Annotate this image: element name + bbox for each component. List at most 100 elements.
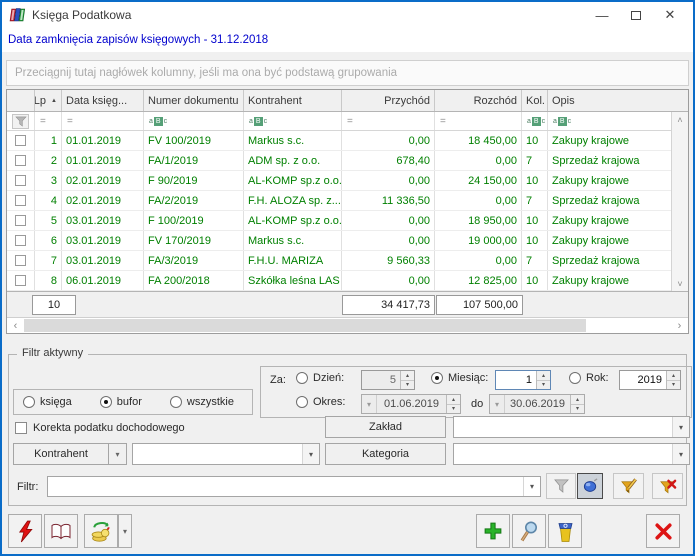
column-header-kol[interactable]: Kol. xyxy=(522,90,548,111)
kategoria-input[interactable] xyxy=(454,444,672,464)
horizontal-scroll-thumb[interactable] xyxy=(24,319,586,332)
column-header-data-ksi-g[interactable]: Data księg... xyxy=(62,90,144,111)
spin-up-icon[interactable]: ▴ xyxy=(401,371,414,381)
filter-cell-opis[interactable]: aBc xyxy=(548,112,671,130)
date-from-spin-buttons[interactable]: ▴ ▾ xyxy=(446,395,460,413)
table-row[interactable]: 101.01.2019FV 100/2019Markus s.c.0,0018 … xyxy=(7,131,671,151)
table-row[interactable]: 503.01.2019F 100/2019AL-KOMP sp.z o.o.0,… xyxy=(7,211,671,231)
scroll-right-button[interactable]: › xyxy=(671,318,688,333)
minimize-button[interactable]: — xyxy=(585,4,619,26)
row-checkbox[interactable] xyxy=(15,135,26,146)
delete-record-button[interactable] xyxy=(548,514,582,548)
row-checkbox[interactable] xyxy=(15,175,26,186)
zaklad-dropdown-icon[interactable]: ▾ xyxy=(672,417,689,437)
ledger-book-button[interactable] xyxy=(44,514,78,548)
spin-down-icon[interactable]: ▾ xyxy=(537,381,550,390)
zaklad-input[interactable] xyxy=(454,417,672,437)
row-checkbox[interactable] xyxy=(15,195,26,206)
spin-up-icon[interactable]: ▴ xyxy=(447,395,460,405)
zaklad-button[interactable]: Zakład xyxy=(325,416,446,438)
dzien-spinner[interactable]: 5 ▴ ▾ xyxy=(361,370,415,390)
renumber-button[interactable] xyxy=(84,514,118,548)
add-record-button[interactable] xyxy=(476,514,510,548)
row-checkbox[interactable] xyxy=(15,255,26,266)
kategoria-dropdown-icon[interactable]: ▾ xyxy=(672,444,689,464)
table-row[interactable]: 703.01.2019FA/3/2019F.H.U. MARIZA9 560,3… xyxy=(7,251,671,271)
radio-bufor[interactable]: bufor xyxy=(100,396,142,408)
close-button[interactable] xyxy=(646,514,680,548)
radio-dzien[interactable]: Dzień: xyxy=(296,372,344,384)
filter-cell-kol[interactable]: aBc xyxy=(522,112,548,130)
miesiac-spin-buttons[interactable]: ▴ ▾ xyxy=(536,371,550,389)
okres-date-to[interactable]: ▾ 30.06.2019 ▴ ▾ xyxy=(489,394,585,414)
maximize-button[interactable] xyxy=(619,4,653,26)
filter-cell-kontrahent[interactable]: aBc xyxy=(244,112,342,130)
korekta-checkbox[interactable]: Korekta podatku dochodowego xyxy=(15,422,185,434)
pin-filter-button[interactable] xyxy=(577,473,603,499)
filtr-input[interactable] xyxy=(48,477,523,496)
zaklad-combo[interactable]: ▾ xyxy=(453,416,690,438)
miesiac-spinner[interactable]: 1 ▴ ▾ xyxy=(495,370,551,390)
table-row[interactable]: 201.01.2019FA/1/2019ADM sp. z o.o.678,40… xyxy=(7,151,671,171)
date-dropdown-icon[interactable]: ▾ xyxy=(362,395,377,413)
filter-row-funnel-button[interactable] xyxy=(12,114,29,129)
kontrahent-input[interactable] xyxy=(133,444,302,464)
radio-miesiac[interactable]: Miesiąc: xyxy=(431,372,488,384)
column-header-lp[interactable]: Lp▲ xyxy=(35,90,62,111)
kontrahent-button[interactable]: Kontrahent xyxy=(13,443,109,465)
group-by-panel[interactable]: Przeciągnij tutaj nagłówek kolumny, jeśl… xyxy=(6,60,689,86)
date-to-spin-buttons[interactable]: ▴ ▾ xyxy=(570,395,584,413)
rok-spinner[interactable]: 2019 ▴ ▾ xyxy=(619,370,681,390)
vertical-scrollbar[interactable]: ˄ ˅ xyxy=(671,112,688,291)
clear-filter-button[interactable] xyxy=(652,473,683,499)
radio-wszystkie[interactable]: wszystkie xyxy=(170,396,234,408)
spin-down-icon[interactable]: ▾ xyxy=(447,405,460,414)
date-dropdown-icon[interactable]: ▾ xyxy=(490,395,505,413)
radio-okres[interactable]: Okres: xyxy=(296,396,345,408)
spin-up-icon[interactable]: ▴ xyxy=(667,371,680,381)
scroll-down-button[interactable]: ˅ xyxy=(673,276,688,291)
horizontal-scroll-track[interactable] xyxy=(24,318,671,333)
spin-up-icon[interactable]: ▴ xyxy=(537,371,550,381)
dzien-spin-buttons[interactable]: ▴ ▾ xyxy=(400,371,414,389)
column-header-kontrahent[interactable]: Kontrahent xyxy=(244,90,342,111)
table-row[interactable]: 402.01.2019FA/2/2019F.H. ALOZA sp. z...1… xyxy=(7,191,671,211)
scroll-up-button[interactable]: ˄ xyxy=(673,112,688,127)
table-row[interactable]: 806.01.2019FA 200/2018Szkółka leśna LAS0… xyxy=(7,271,671,291)
row-checkbox[interactable] xyxy=(15,275,26,286)
view-record-button[interactable] xyxy=(512,514,546,548)
kategoria-combo[interactable]: ▾ xyxy=(453,443,690,465)
scroll-left-button[interactable]: ‹ xyxy=(7,318,24,333)
row-checkbox[interactable] xyxy=(15,215,26,226)
radio-ksiega[interactable]: księga xyxy=(23,396,72,408)
filter-cell-rozch-d[interactable]: = xyxy=(435,112,522,130)
column-header-opis[interactable]: Opis xyxy=(548,90,688,111)
column-header-numer-dokumentu[interactable]: Numer dokumentu xyxy=(144,90,244,111)
spin-down-icon[interactable]: ▾ xyxy=(667,381,680,390)
operations-button[interactable] xyxy=(8,514,42,548)
radio-rok[interactable]: Rok: xyxy=(569,372,609,384)
spin-down-icon[interactable]: ▾ xyxy=(401,381,414,390)
kontrahent-combo[interactable]: ▾ xyxy=(132,443,320,465)
column-header-rozch-d[interactable]: Rozchód xyxy=(435,90,522,111)
kategoria-button[interactable]: Kategoria xyxy=(325,443,446,465)
kontrahent-dropdown-icon[interactable]: ▾ xyxy=(302,444,319,464)
table-row[interactable]: 603.01.2019FV 170/2019Markus s.c.0,0019 … xyxy=(7,231,671,251)
filtr-dropdown-icon[interactable]: ▾ xyxy=(523,477,540,496)
kontrahent-split-dropdown[interactable]: ▾ xyxy=(109,443,127,465)
filter-cell-data-ksi-g[interactable]: = xyxy=(62,112,144,130)
row-checkbox[interactable] xyxy=(15,235,26,246)
okres-date-from[interactable]: ▾ 01.06.2019 ▴ ▾ xyxy=(361,394,461,414)
close-window-button[interactable]: ✕ xyxy=(653,4,687,26)
filter-cell-przych-d[interactable]: = xyxy=(342,112,435,130)
column-header-przych-d[interactable]: Przychód xyxy=(342,90,435,111)
renumber-dropdown-button[interactable]: ▾ xyxy=(118,514,132,548)
spin-down-icon[interactable]: ▾ xyxy=(571,405,584,414)
spin-up-icon[interactable]: ▴ xyxy=(571,395,584,405)
row-checkbox[interactable] xyxy=(15,155,26,166)
filter-cell-lp[interactable]: = xyxy=(35,112,62,130)
filter-cell-numer-dokumentu[interactable]: aBc xyxy=(144,112,244,130)
rok-spin-buttons[interactable]: ▴ ▾ xyxy=(666,371,680,389)
filtr-combo[interactable]: ▾ xyxy=(47,476,541,497)
edit-filter-button[interactable] xyxy=(613,473,644,499)
